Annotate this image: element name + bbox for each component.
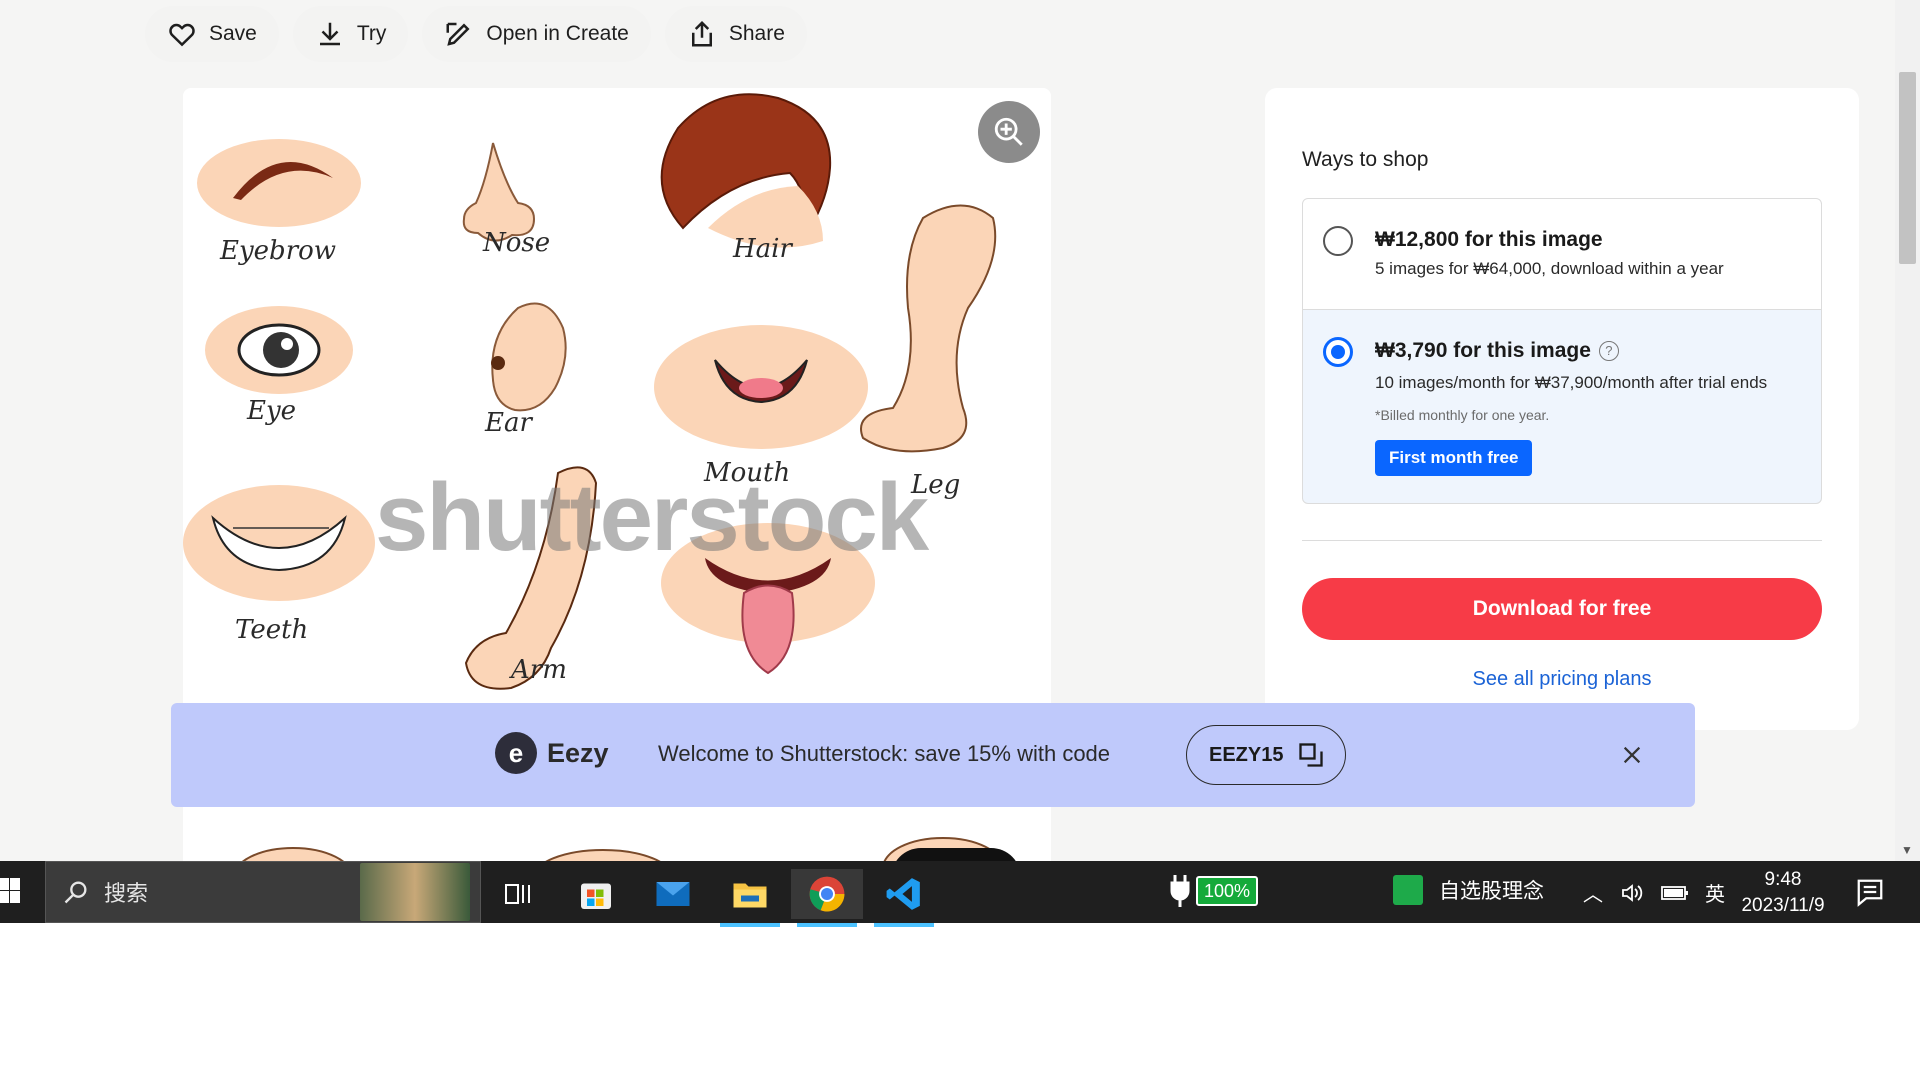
open-in-create-button[interactable]: Open in Create [422, 6, 651, 62]
promo-code: EEZY15 [1209, 743, 1284, 766]
zoom-in-icon [994, 117, 1023, 146]
start-button[interactable] [0, 876, 20, 911]
windows-taskbar: 搜索 100% 自选股理念 ︿ 英 9:48 2023/11/9 [0, 861, 1920, 927]
clock-time: 9:48 [1764, 869, 1802, 890]
notification-icon [1857, 879, 1883, 907]
save-button[interactable]: Save [145, 6, 279, 62]
stock-app-icon [1393, 875, 1423, 905]
vscode-button[interactable] [868, 869, 940, 927]
browser-viewport: Save Try Open in Create Share Eyebrow No… [0, 0, 1895, 861]
task-view-icon [505, 884, 530, 904]
vscode-icon [886, 878, 920, 910]
battery-indicator[interactable]: 100% [1170, 875, 1258, 907]
taskbar-search-box[interactable]: 搜索 [45, 861, 481, 923]
folder-icon [733, 883, 767, 908]
chevron-up-icon[interactable]: ︿ [1583, 878, 1603, 907]
watermark: shutterstock [375, 464, 929, 571]
option-subscription-radio[interactable] [1323, 337, 1353, 367]
scroll-down-arrow-icon[interactable]: ▼ [1901, 843, 1913, 857]
windows-logo-icon [0, 878, 20, 903]
image-toolbar: Save Try Open in Create Share [145, 6, 807, 62]
microsoft-store-button[interactable] [560, 869, 632, 919]
battery-level: 100% [1196, 876, 1258, 906]
store-icon [581, 883, 611, 909]
option-subscription-price: ₩3,790 for this image [1375, 339, 1591, 362]
eezy-logo-icon: e [495, 732, 537, 774]
shop-title: Ways to shop [1302, 148, 1429, 171]
mail-button[interactable] [637, 869, 709, 919]
search-highlight-image [360, 863, 470, 921]
battery-tray-icon[interactable] [1661, 883, 1689, 903]
chrome-icon [809, 876, 845, 912]
first-month-free-button[interactable]: First month free [1375, 440, 1533, 476]
help-icon[interactable]: ? [1598, 341, 1619, 361]
promo-text: Welcome to Shutterstock: save 15% with c… [658, 741, 1111, 766]
stock-app-label: 自选股理念 [1439, 880, 1544, 903]
label-nose: Nose [483, 228, 551, 258]
label-arm: Arm [511, 655, 567, 685]
see-all-pricing-plans-link[interactable]: See all pricing plans [1302, 668, 1822, 691]
scrollbar-thumb[interactable] [1899, 72, 1916, 264]
label-ear: Ear [485, 408, 532, 438]
promo-code-button[interactable]: EEZY15 [1186, 725, 1347, 785]
label-hair: Hair [733, 234, 792, 264]
option-single-price: ₩12,800 for this image [1375, 228, 1603, 251]
search-icon [64, 881, 87, 904]
option-subscription-sub: 10 images/month for ₩37,900/month after … [1375, 373, 1768, 392]
power-plug-icon [1170, 875, 1190, 907]
system-tray: ︿ 英 [1583, 878, 1725, 907]
try-label: Try [356, 22, 387, 45]
open-in-create-label: Open in Create [486, 22, 629, 45]
divider [1302, 540, 1822, 541]
system-clock[interactable]: 9:48 2023/11/9 [1728, 867, 1838, 919]
option-single-radio[interactable] [1323, 226, 1353, 256]
chrome-button[interactable] [791, 869, 863, 927]
download-icon [319, 22, 340, 46]
ways-to-shop-panel: Ways to shop ₩12,800 for this image 5 im… [1265, 88, 1859, 730]
eezy-logo: e Eezy [495, 732, 609, 774]
eezy-brand: Eezy [547, 737, 609, 768]
heart-icon [169, 23, 195, 47]
search-placeholder: 搜索 [104, 881, 149, 906]
option-single-image[interactable]: ₩12,800 for this image 5 images for ₩64,… [1302, 198, 1822, 310]
save-label: Save [209, 22, 257, 45]
notification-center-button[interactable] [1855, 877, 1885, 912]
promo-banner: e Eezy Welcome to Shutterstock: save 15%… [171, 703, 1695, 807]
label-eye: Eye [247, 396, 297, 426]
close-icon [1623, 746, 1641, 764]
task-view-button[interactable] [483, 869, 555, 919]
mail-icon [656, 882, 690, 906]
file-explorer-button[interactable] [714, 869, 786, 927]
download-for-free-button[interactable]: Download for free [1302, 578, 1822, 640]
option-subscription-price-row: ₩3,790 for this image? [1375, 339, 1619, 363]
volume-icon[interactable] [1619, 881, 1645, 905]
share-icon [691, 20, 712, 47]
share-button[interactable]: Share [664, 6, 807, 62]
billing-note: *Billed monthly for one year. [1375, 407, 1550, 423]
input-method-indicator[interactable]: 英 [1705, 878, 1725, 907]
share-label: Share [728, 22, 785, 45]
try-button[interactable]: Try [292, 6, 409, 62]
stock-app-button[interactable]: 自选股理念 [1393, 875, 1544, 905]
edit-icon [446, 22, 470, 46]
label-teeth: Teeth [235, 615, 309, 645]
active-indicator [720, 923, 780, 927]
option-subscription[interactable]: ₩3,790 for this image? 10 images/month f… [1302, 309, 1822, 504]
active-indicator [874, 923, 934, 927]
vertical-scrollbar[interactable]: ▼ [1895, 0, 1920, 861]
label-eyebrow: Eyebrow [220, 236, 337, 266]
close-promo-button[interactable] [1611, 734, 1653, 776]
zoom-button[interactable] [978, 101, 1040, 163]
clock-date: 2023/11/9 [1741, 895, 1825, 916]
option-single-sub: 5 images for ₩64,000, download within a … [1375, 259, 1724, 278]
copy-icon [1299, 743, 1324, 767]
active-indicator [797, 923, 857, 927]
